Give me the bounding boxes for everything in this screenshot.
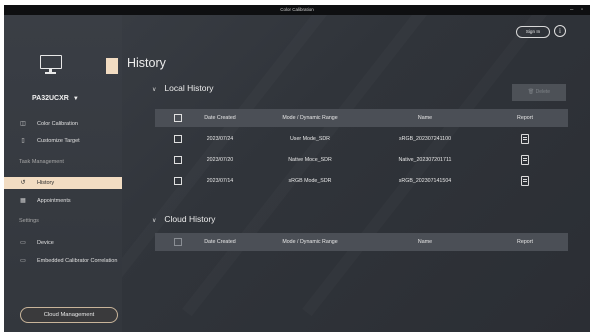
column-header-report: Report: [517, 239, 533, 245]
cloud-history-table-header: Date Created Mode / Dynamic Range Name R…: [155, 233, 568, 251]
local-history-label: Local History: [164, 83, 214, 93]
sidebar-item-label: History: [37, 180, 55, 186]
model-selector[interactable]: PA32UCXR ▼: [32, 95, 79, 102]
display-icon: ▭: [20, 258, 26, 264]
column-header-date: Date Created: [204, 239, 236, 245]
display-icon: ▭: [20, 240, 26, 246]
window-title: Color Calibration: [280, 7, 314, 12]
sidebar-item-label: Color Calibration: [37, 121, 78, 127]
row-mode: sRGB Mode_SDR: [288, 178, 332, 184]
table-row[interactable]: 2023/07/14 sRGB Mode_SDR sRGB_2023071415…: [155, 169, 568, 193]
sidebar-item-label: Embedded Calibrator Correlation: [37, 258, 118, 264]
page-title: History: [127, 56, 166, 70]
info-icon[interactable]: i: [554, 25, 566, 37]
sidebar-item-color-calibration[interactable]: ◫ Color Calibration: [4, 118, 122, 130]
select-all-checkbox[interactable]: [174, 238, 182, 246]
minimize-button[interactable]: –: [570, 5, 573, 15]
select-all-checkbox[interactable]: [174, 114, 182, 122]
local-history-table-header: Date Created Mode / Dynamic Range Name R…: [155, 109, 568, 127]
chevron-down-icon: ∨: [152, 87, 157, 93]
task-management-heading: Task Management: [19, 159, 64, 165]
sidebar-item-label: Customize Target: [37, 138, 80, 144]
delete-button[interactable]: 🗑 Delete: [512, 84, 566, 101]
app-window: Color Calibration – ▫ PA32UCXR ▼ ◫ Color …: [4, 5, 590, 332]
column-header-name: Name: [417, 115, 433, 121]
column-header-name: Name: [417, 239, 433, 245]
column-header-mode: Mode / Dynamic Range: [282, 239, 338, 245]
cloud-management-button[interactable]: Cloud Management: [20, 307, 118, 323]
row-checkbox[interactable]: [174, 156, 182, 164]
accent-bar: [106, 58, 118, 74]
row-checkbox[interactable]: [174, 177, 182, 185]
row-name: sRGB_202307141504: [398, 178, 452, 184]
sidebar-item-history[interactable]: ↺ History: [4, 177, 122, 189]
model-name: PA32UCXR: [32, 95, 69, 102]
sign-in-button[interactable]: Sign In: [516, 26, 550, 38]
title-bar: Color Calibration – ▫: [4, 5, 590, 15]
column-header-mode: Mode / Dynamic Range: [282, 115, 338, 121]
column-header-report: Report: [517, 115, 533, 121]
sidebar-item-device[interactable]: ▭ Device: [4, 237, 122, 249]
row-checkbox[interactable]: [174, 135, 182, 143]
local-history-section-title[interactable]: ∨ Local History: [152, 83, 214, 93]
calibration-icon: ◫: [20, 121, 26, 127]
history-icon: ↺: [20, 180, 26, 186]
report-icon[interactable]: [521, 133, 529, 144]
chevron-down-icon: ∨: [152, 218, 157, 224]
report-icon[interactable]: [521, 175, 529, 186]
cloud-history-section-title[interactable]: ∨ Cloud History: [152, 214, 215, 224]
cloud-history-label: Cloud History: [164, 214, 216, 224]
sidebar-item-customize-target[interactable]: ▯ Customize Target: [4, 135, 122, 147]
report-icon[interactable]: [521, 154, 529, 165]
sidebar-item-embedded-calibrator[interactable]: ▭ Embedded Calibrator Correlation: [4, 255, 122, 267]
target-icon: ▯: [21, 138, 25, 144]
sidebar-item-appointments[interactable]: ▦ Appointments: [4, 195, 122, 207]
chevron-down-icon: ▼: [72, 96, 79, 102]
settings-heading: Settings: [19, 218, 39, 224]
maximize-button[interactable]: ▫: [581, 5, 583, 15]
sidebar-item-label: Appointments: [37, 198, 71, 204]
column-header-date: Date Created: [204, 115, 236, 121]
row-date: 2023/07/14: [206, 178, 234, 184]
monitor-icon: [40, 55, 62, 74]
sidebar: PA32UCXR ▼ ◫ Color Calibration ▯ Customiz…: [4, 15, 122, 332]
calendar-icon: ▦: [20, 198, 26, 204]
sidebar-item-label: Device: [37, 240, 54, 246]
